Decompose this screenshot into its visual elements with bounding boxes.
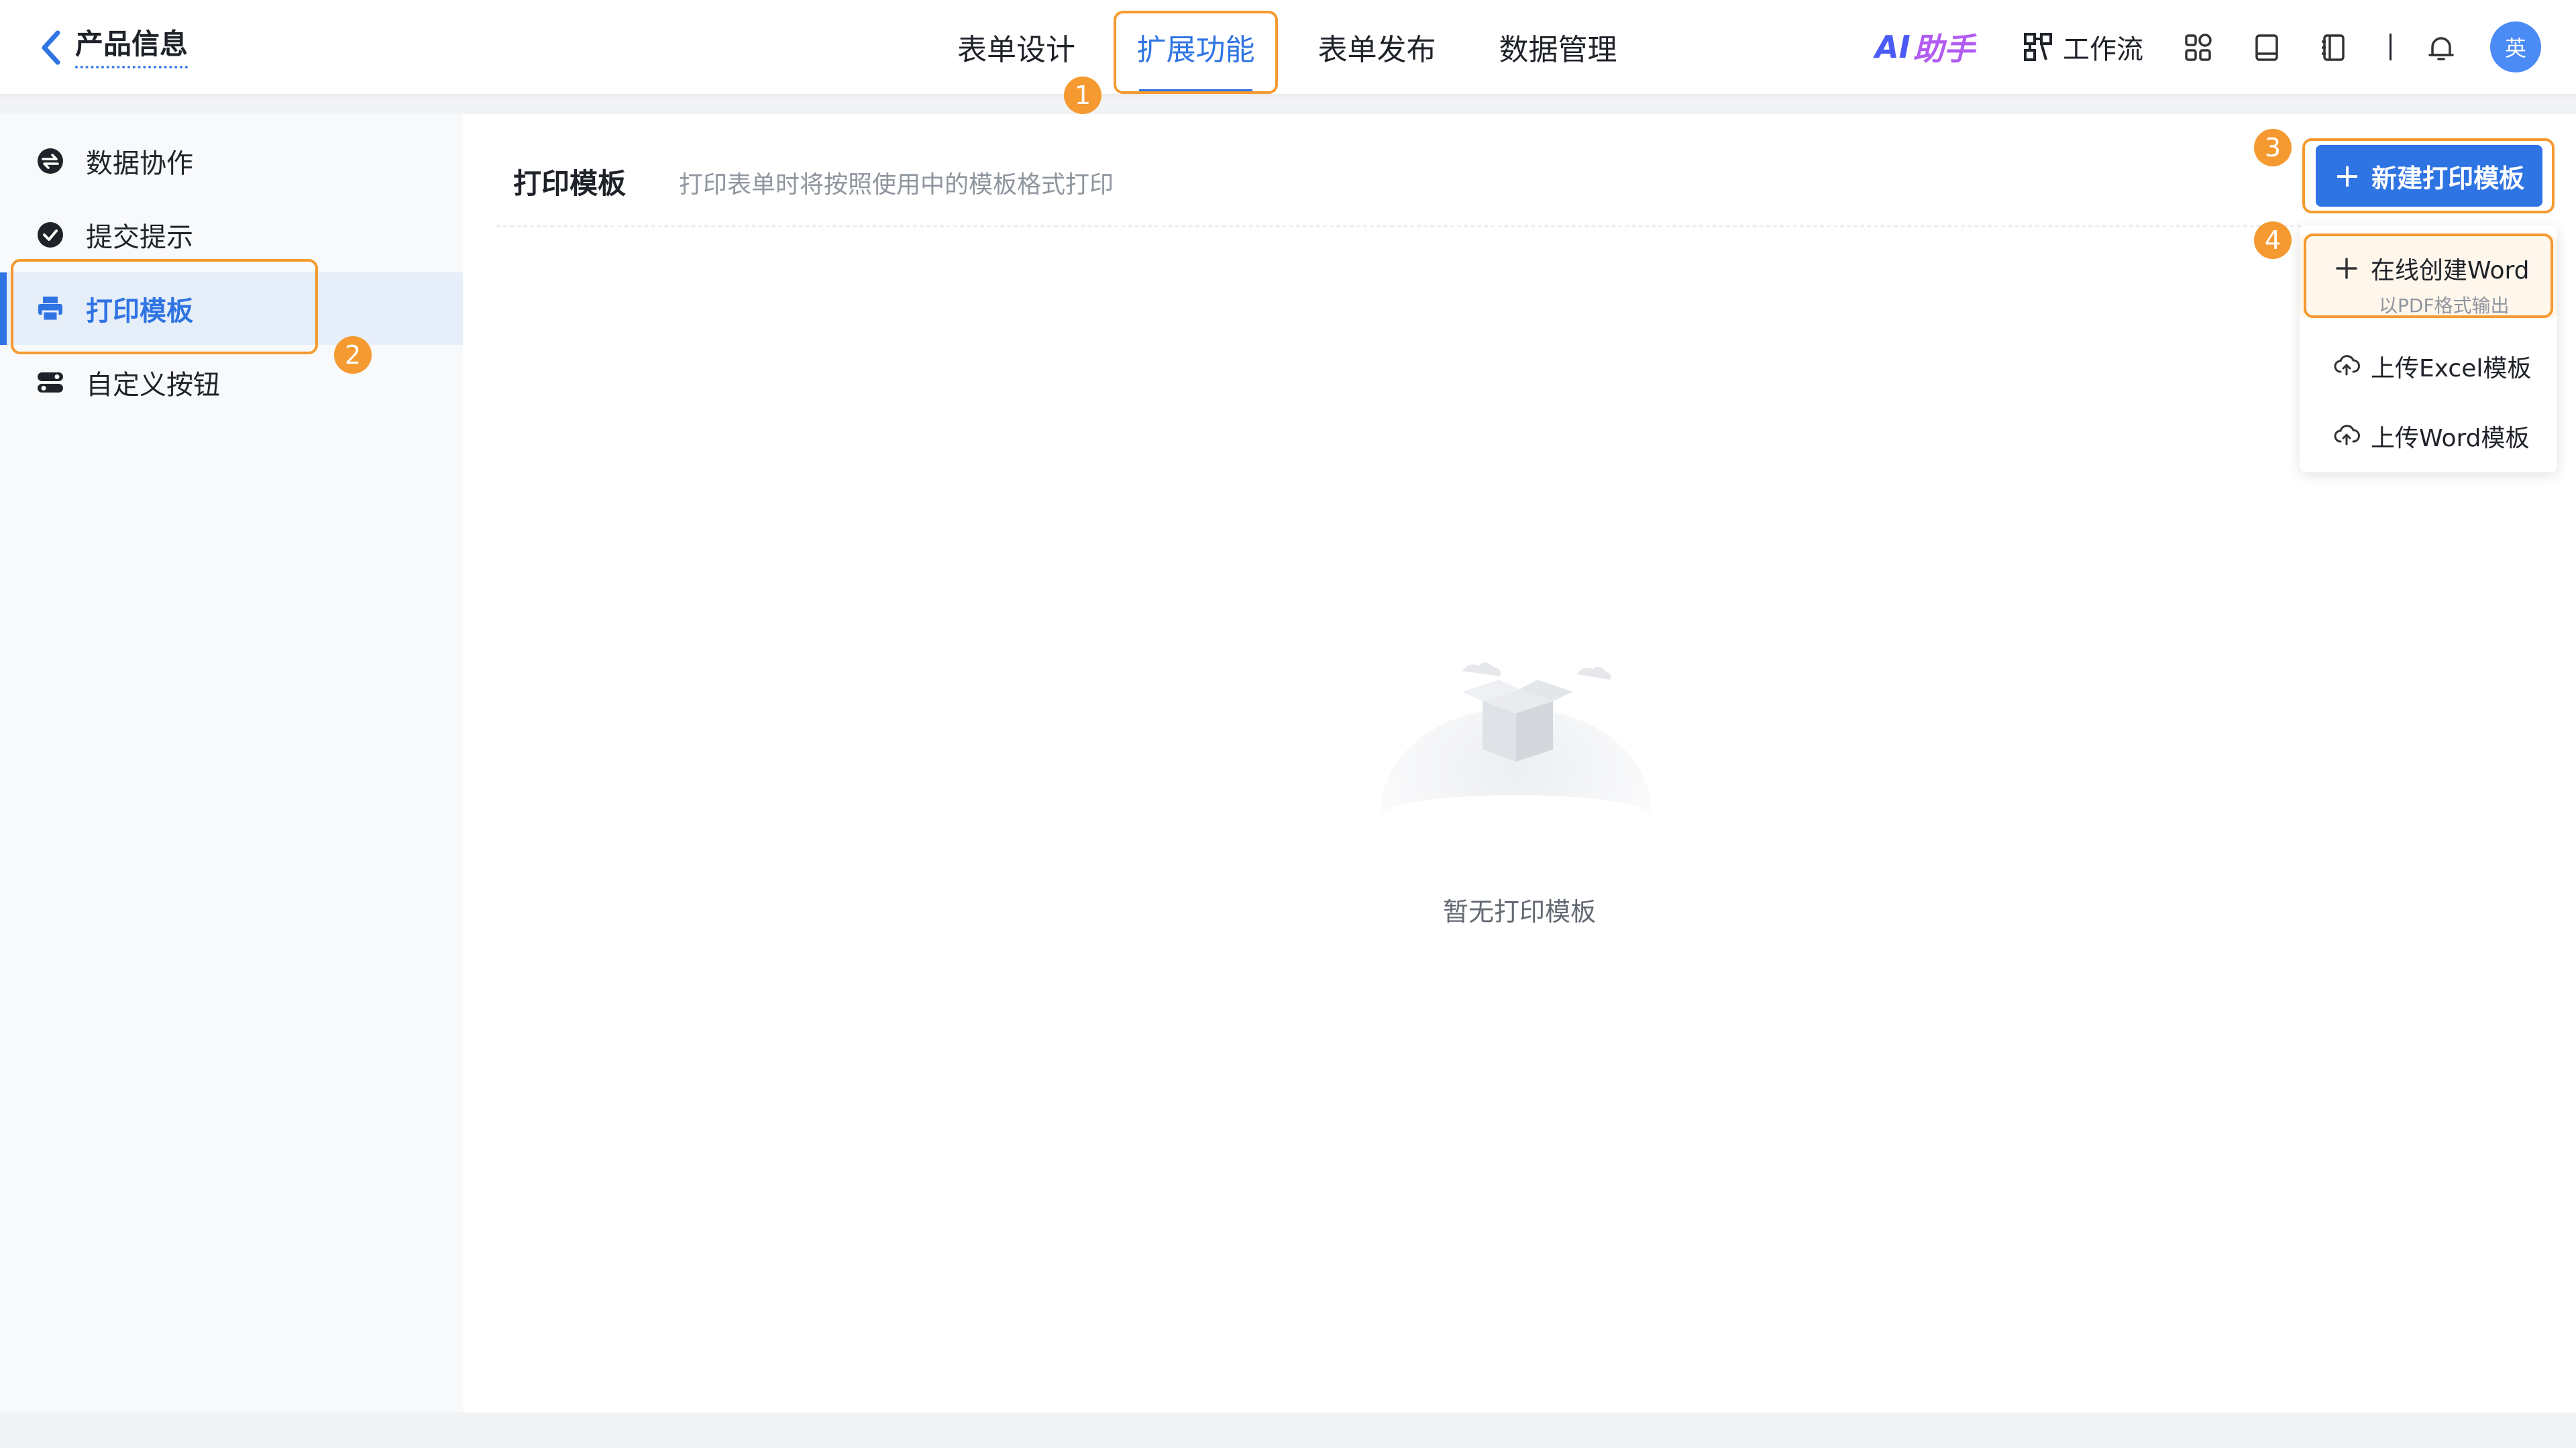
check-circle-icon [38, 222, 63, 248]
book-icon[interactable] [2251, 32, 2282, 63]
new-print-template-button[interactable]: + 新建打印模板 [2316, 145, 2542, 207]
toolbar-divider [2390, 34, 2392, 60]
user-avatar[interactable]: 英 [2490, 21, 2541, 72]
chevron-left-icon [42, 30, 60, 65]
empty-state-text: 暂无打印模板 [1442, 897, 1596, 927]
cloud-upload-icon [2334, 425, 2360, 446]
back-button[interactable]: 产品信息 [38, 25, 189, 70]
notebook-icon[interactable] [2318, 32, 2349, 63]
top-bar: 产品信息 表单设计 扩展功能 表单发布 数据管理 AI 助手 工作流 英 [0, 0, 2576, 94]
dropdown-item-upload-word[interactable]: 上传Word模板 [2300, 401, 2557, 468]
tab-form-publish[interactable]: 表单发布 [1295, 0, 1459, 94]
cloud-upload-icon [2334, 355, 2360, 376]
annotation-badge-1: 1 [1064, 76, 1102, 114]
annotation-badge-4: 4 [2254, 221, 2292, 259]
section-description: 打印表单时将按照使用中的模板格式打印 [679, 171, 1114, 199]
data-collab-icon [38, 148, 63, 174]
section-title: 打印模板 [513, 167, 627, 200]
tab-data-manage[interactable]: 数据管理 [1476, 0, 1640, 94]
workflow-icon [2024, 33, 2052, 61]
empty-box-icon [1382, 662, 1650, 815]
annotation-highlight-tab [1114, 11, 1278, 94]
toggle-icon [38, 372, 63, 393]
annotation-highlight-create-word [2304, 234, 2553, 318]
dropdown-item-upload-excel[interactable]: 上传Excel模板 [2300, 331, 2557, 399]
annotation-highlight-sidebar [11, 259, 318, 354]
sidebar-item-data-collab[interactable]: 数据协作 [0, 125, 463, 197]
workflow-button[interactable]: 工作流 [2023, 25, 2143, 68]
apps-grid-icon[interactable] [2183, 32, 2214, 63]
section-header: 打印模板 打印表单时将按照使用中的模板格式打印 [496, 114, 2308, 227]
plus-icon: + [2333, 157, 2361, 195]
bell-icon[interactable] [2426, 32, 2457, 63]
active-indicator [0, 272, 7, 345]
annotation-badge-3: 3 [2254, 129, 2292, 166]
app-title[interactable]: 产品信息 [75, 27, 189, 68]
annotation-badge-2: 2 [334, 336, 372, 374]
sidebar-item-custom-button[interactable]: 自定义按钮 [0, 346, 463, 419]
ai-assistant-button[interactable]: AI 助手 [1875, 25, 1975, 68]
